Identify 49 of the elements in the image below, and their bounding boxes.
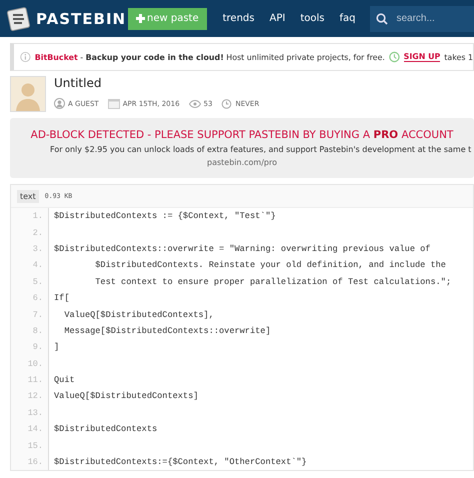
line-number: 11. bbox=[11, 372, 49, 388]
line-number: 5. bbox=[11, 274, 49, 290]
user-icon bbox=[54, 98, 65, 109]
code-line: Test context to ensure proper parallelization of Test calculations."; bbox=[94, 276, 452, 287]
calendar-icon bbox=[108, 98, 120, 109]
line-number: 3. bbox=[11, 240, 49, 258]
code-line: $DistributedContexts:={$Context, "OtherContext`"} bbox=[53, 457, 307, 468]
avatar-icon bbox=[10, 76, 46, 112]
line-number: 6. bbox=[11, 290, 49, 306]
code-line: ] bbox=[53, 342, 60, 352]
code-line: ValueQ[$DistributedContexts] bbox=[53, 391, 198, 402]
adblock-heading: AD-BLOCK DETECTED - PLEASE SUPPORT PASTEBIN BY BUYING A PRO ACCOUNT bbox=[30, 129, 454, 141]
nav-link[interactable]: tools bbox=[300, 13, 324, 24]
line-number: 10. bbox=[11, 356, 49, 372]
info-icon bbox=[20, 50, 31, 64]
adblock-text: For only $2.95 you can unlock loads of extra features, and support Pastebin's development at the same t bbox=[49, 145, 472, 154]
nav-link[interactable]: API bbox=[269, 13, 286, 24]
code-line: Quit bbox=[53, 375, 75, 386]
line-number: 1. bbox=[11, 208, 49, 224]
nav-link[interactable]: trends bbox=[222, 13, 254, 24]
eye-icon bbox=[188, 100, 201, 108]
paste-title: Untitled bbox=[54, 76, 102, 90]
code-line: $DistributedContexts. Reinstate your old definition, and include the bbox=[94, 260, 446, 270]
line-number: 13. bbox=[11, 404, 49, 422]
line-number: 8. bbox=[11, 322, 49, 340]
search-icon[interactable] bbox=[376, 12, 388, 24]
line-number: 4. bbox=[11, 257, 49, 274]
timer-icon bbox=[221, 98, 232, 109]
line-number: 9. bbox=[11, 339, 49, 356]
code-line: $DistributedContexts::overwrite = "Warning: overwriting previous value of bbox=[53, 244, 430, 254]
line-number: 7. bbox=[11, 306, 49, 323]
logo-text[interactable]: PASTEBIN bbox=[36, 10, 126, 28]
syntax-tag[interactable]: text bbox=[17, 190, 39, 202]
code-line: Message[$DistributedContexts::overwrite] bbox=[63, 326, 271, 336]
pro-link[interactable]: pastebin.com/pro bbox=[207, 158, 277, 167]
line-number: 14. bbox=[11, 421, 49, 438]
search-field[interactable]: search... bbox=[370, 6, 474, 32]
search-input[interactable]: search... bbox=[394, 12, 468, 25]
line-number: 2. bbox=[11, 224, 49, 241]
code-line: $DistributedContexts := {$Context, "Test`"} bbox=[53, 211, 276, 222]
clock-icon bbox=[388, 50, 400, 64]
code-line: If[ bbox=[53, 293, 70, 304]
code-line: ValueQ[$DistributedContexts], bbox=[63, 310, 214, 320]
plus-icon bbox=[136, 14, 145, 23]
line-number: 12. bbox=[11, 388, 49, 405]
line-number: 15. bbox=[11, 437, 49, 454]
line-number: 16. bbox=[11, 454, 49, 470]
nav-link[interactable]: faq bbox=[339, 13, 356, 24]
code-line: $DistributedContexts bbox=[53, 424, 158, 434]
